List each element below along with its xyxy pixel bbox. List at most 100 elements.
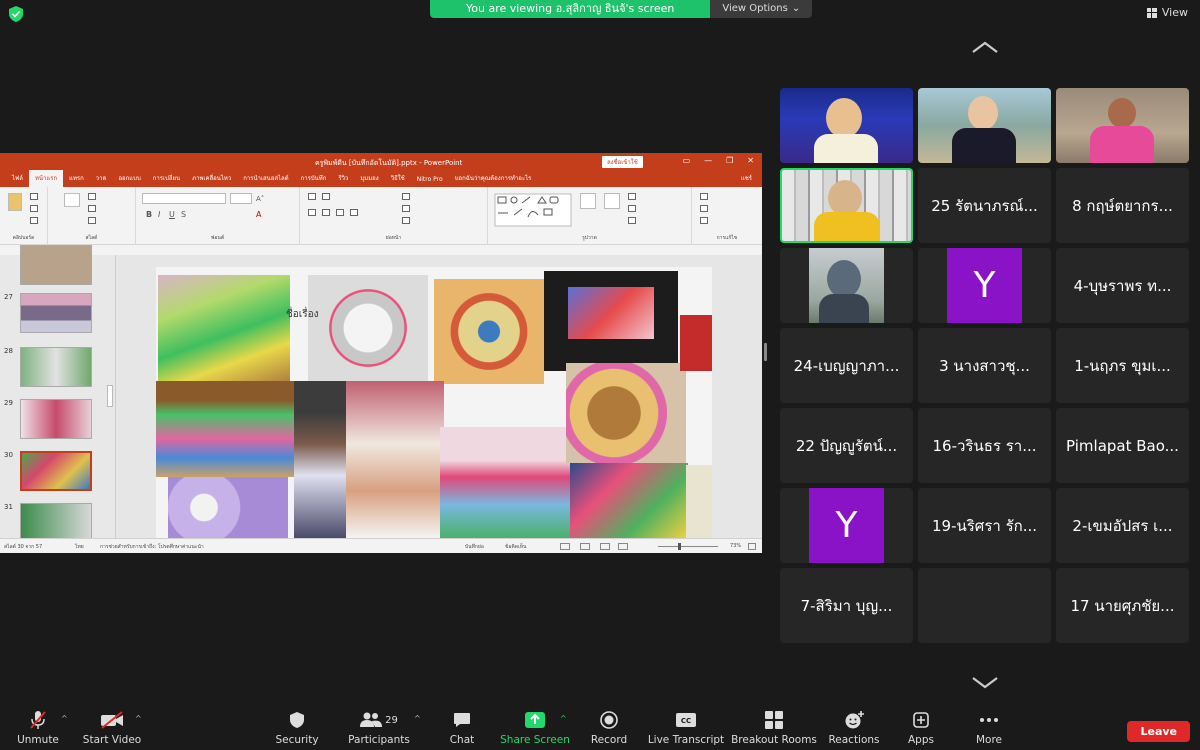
slide-sorter-icon[interactable] <box>580 543 590 550</box>
tab-draw[interactable]: วาด <box>90 173 113 187</box>
tab-transitions[interactable]: การเปลี่ยน <box>147 173 186 187</box>
participant-tile-blank[interactable] <box>918 568 1051 643</box>
participant-tile[interactable]: 16-วรินธร รา... <box>918 408 1051 483</box>
shadow-icon[interactable]: S <box>181 210 186 219</box>
ppt-signin-button[interactable]: ลงชื่อเข้าใช้ <box>602 156 643 168</box>
participant-tile[interactable]: 22 ปัญญูรัตน์... <box>780 408 913 483</box>
encryption-shield-icon[interactable] <box>9 6 23 22</box>
new-slide-icon[interactable] <box>64 193 80 207</box>
participant-tile[interactable]: Y <box>780 488 913 563</box>
format-painter-icon[interactable] <box>30 217 38 224</box>
numbering-icon[interactable] <box>322 193 330 200</box>
reading-view-icon[interactable] <box>600 543 610 550</box>
leave-button[interactable]: Leave <box>1127 721 1190 742</box>
cut-icon[interactable] <box>30 193 38 200</box>
font-color-icon[interactable]: A <box>256 210 261 219</box>
slide-thumbnail[interactable] <box>20 503 92 543</box>
normal-view-icon[interactable] <box>560 543 570 550</box>
participants-button[interactable]: 29 Participants <box>334 710 424 746</box>
reset-icon[interactable] <box>88 205 96 212</box>
participant-tile-active-speaker[interactable] <box>780 168 913 243</box>
text-direction-icon[interactable] <box>402 193 410 200</box>
participant-tile[interactable] <box>780 88 913 163</box>
replace-icon[interactable] <box>700 205 708 212</box>
split-divider-handle[interactable] <box>764 343 767 361</box>
thumbnail-scrollbar[interactable] <box>107 385 113 407</box>
align-center-icon[interactable] <box>322 209 330 216</box>
paste-icon[interactable] <box>8 193 22 211</box>
language-indicator[interactable]: ไทย <box>75 543 84 551</box>
align-left-icon[interactable] <box>308 209 316 216</box>
close-icon[interactable]: ✕ <box>747 156 754 165</box>
quick-styles-icon[interactable] <box>604 193 620 209</box>
justify-icon[interactable] <box>350 209 358 216</box>
slide-thumbnail-selected[interactable] <box>20 451 92 491</box>
slide-thumbnail[interactable] <box>20 245 92 285</box>
tab-record[interactable]: การบันทึก <box>295 173 333 187</box>
ppt-share-button[interactable]: แชร์ <box>741 173 752 183</box>
current-slide[interactable]: ชื่อเรื่อง <box>156 267 712 538</box>
view-button[interactable]: View <box>1146 6 1188 19</box>
participant-tile[interactable]: Y <box>918 248 1051 323</box>
shape-outline-icon[interactable] <box>628 205 636 212</box>
tab-design[interactable]: ออกแบบ <box>112 173 146 187</box>
tab-view[interactable]: มุมมอง <box>354 173 384 187</box>
participant-tile[interactable]: 2-เขมอัปสร เ... <box>1056 488 1189 563</box>
slide-thumbnail[interactable] <box>20 293 92 333</box>
minimize-icon[interactable]: — <box>704 156 712 165</box>
grow-font-icon[interactable]: A˄ <box>256 195 264 203</box>
participant-tile[interactable]: 7-สิริมา บุญ... <box>780 568 913 643</box>
zoom-slider-thumb[interactable] <box>678 543 681 550</box>
participant-tile[interactable]: 8 กฤษ์ตยากร... <box>1056 168 1189 243</box>
layout-icon[interactable] <box>88 193 96 200</box>
participant-tile[interactable]: 25 รัตนาภรณ์... <box>918 168 1051 243</box>
tab-insert[interactable]: แทรก <box>63 173 90 187</box>
slide-thumbnail-pane[interactable]: 27 28 29 30 31 <box>0 245 116 543</box>
shape-fill-icon[interactable] <box>628 193 636 200</box>
align-text-icon[interactable] <box>402 205 410 212</box>
slideshow-view-icon[interactable] <box>618 543 628 550</box>
slide-thumbnail[interactable] <box>20 347 92 387</box>
video-options-caret-icon[interactable]: ^ <box>135 714 142 723</box>
tab-review[interactable]: รีวิว <box>332 173 354 187</box>
participant-tile[interactable]: 1-นฤภร ขุมเ... <box>1056 328 1189 403</box>
slide-title-placeholder[interactable]: ชื่อเรื่อง <box>286 307 318 322</box>
more-button[interactable]: More <box>944 710 1034 746</box>
chevron-down-icon[interactable] <box>971 676 999 690</box>
section-icon[interactable] <box>88 217 96 224</box>
tab-file[interactable]: ไฟล์ <box>6 173 29 187</box>
participant-tile[interactable]: 17 นายศุภชัย... <box>1056 568 1189 643</box>
arrange-icon[interactable] <box>580 193 596 209</box>
participant-tile[interactable]: 19-นริศรา รัก... <box>918 488 1051 563</box>
font-size-field[interactable] <box>230 193 252 204</box>
security-button[interactable]: Security <box>252 710 342 746</box>
slide-thumbnail[interactable] <box>20 399 92 439</box>
participant-tile[interactable]: 24-เบญญาภา... <box>780 328 913 403</box>
tab-animations[interactable]: ภาพเคลื่อนไหว <box>186 173 237 187</box>
ribbon-display-icon[interactable]: ▭ <box>683 156 691 165</box>
maximize-icon[interactable]: ❐ <box>726 156 733 165</box>
shapes-gallery-icon[interactable] <box>494 193 572 227</box>
accessibility-status[interactable]: การช่วยสำหรับการเข้าถึง: โปรดศึกษาค่าแนะ… <box>100 543 204 551</box>
start-video-button[interactable]: Start Video <box>67 710 157 746</box>
view-options-button[interactable]: View Options ⌄ <box>710 0 813 18</box>
participant-tile[interactable]: 4-บุษราพร ท... <box>1056 248 1189 323</box>
participant-tile[interactable]: 3 นางสาวชุ... <box>918 328 1051 403</box>
participant-tile[interactable] <box>918 88 1051 163</box>
italic-icon[interactable]: I <box>158 210 160 219</box>
bold-icon[interactable]: B <box>146 210 152 219</box>
slide-editing-area[interactable]: ชื่อเรื่อง <box>116 255 762 538</box>
live-transcript-button[interactable]: CC Live Transcript <box>641 710 731 746</box>
participant-tile[interactable] <box>780 248 913 323</box>
tab-home[interactable]: หน้าแรก <box>28 170 64 187</box>
zoom-level[interactable]: 73% <box>730 543 741 549</box>
select-icon[interactable] <box>700 217 708 224</box>
tell-me-search[interactable]: บอกฉันว่าคุณต้องการทำอะไร <box>449 173 538 187</box>
chevron-up-icon[interactable] <box>971 40 999 54</box>
participant-tile[interactable] <box>1056 88 1189 163</box>
smartart-icon[interactable] <box>402 217 410 224</box>
fit-slide-icon[interactable] <box>748 543 756 550</box>
copy-icon[interactable] <box>30 205 38 212</box>
tab-nitro[interactable]: Nitro Pro <box>411 176 449 187</box>
underline-icon[interactable]: U <box>169 210 175 219</box>
